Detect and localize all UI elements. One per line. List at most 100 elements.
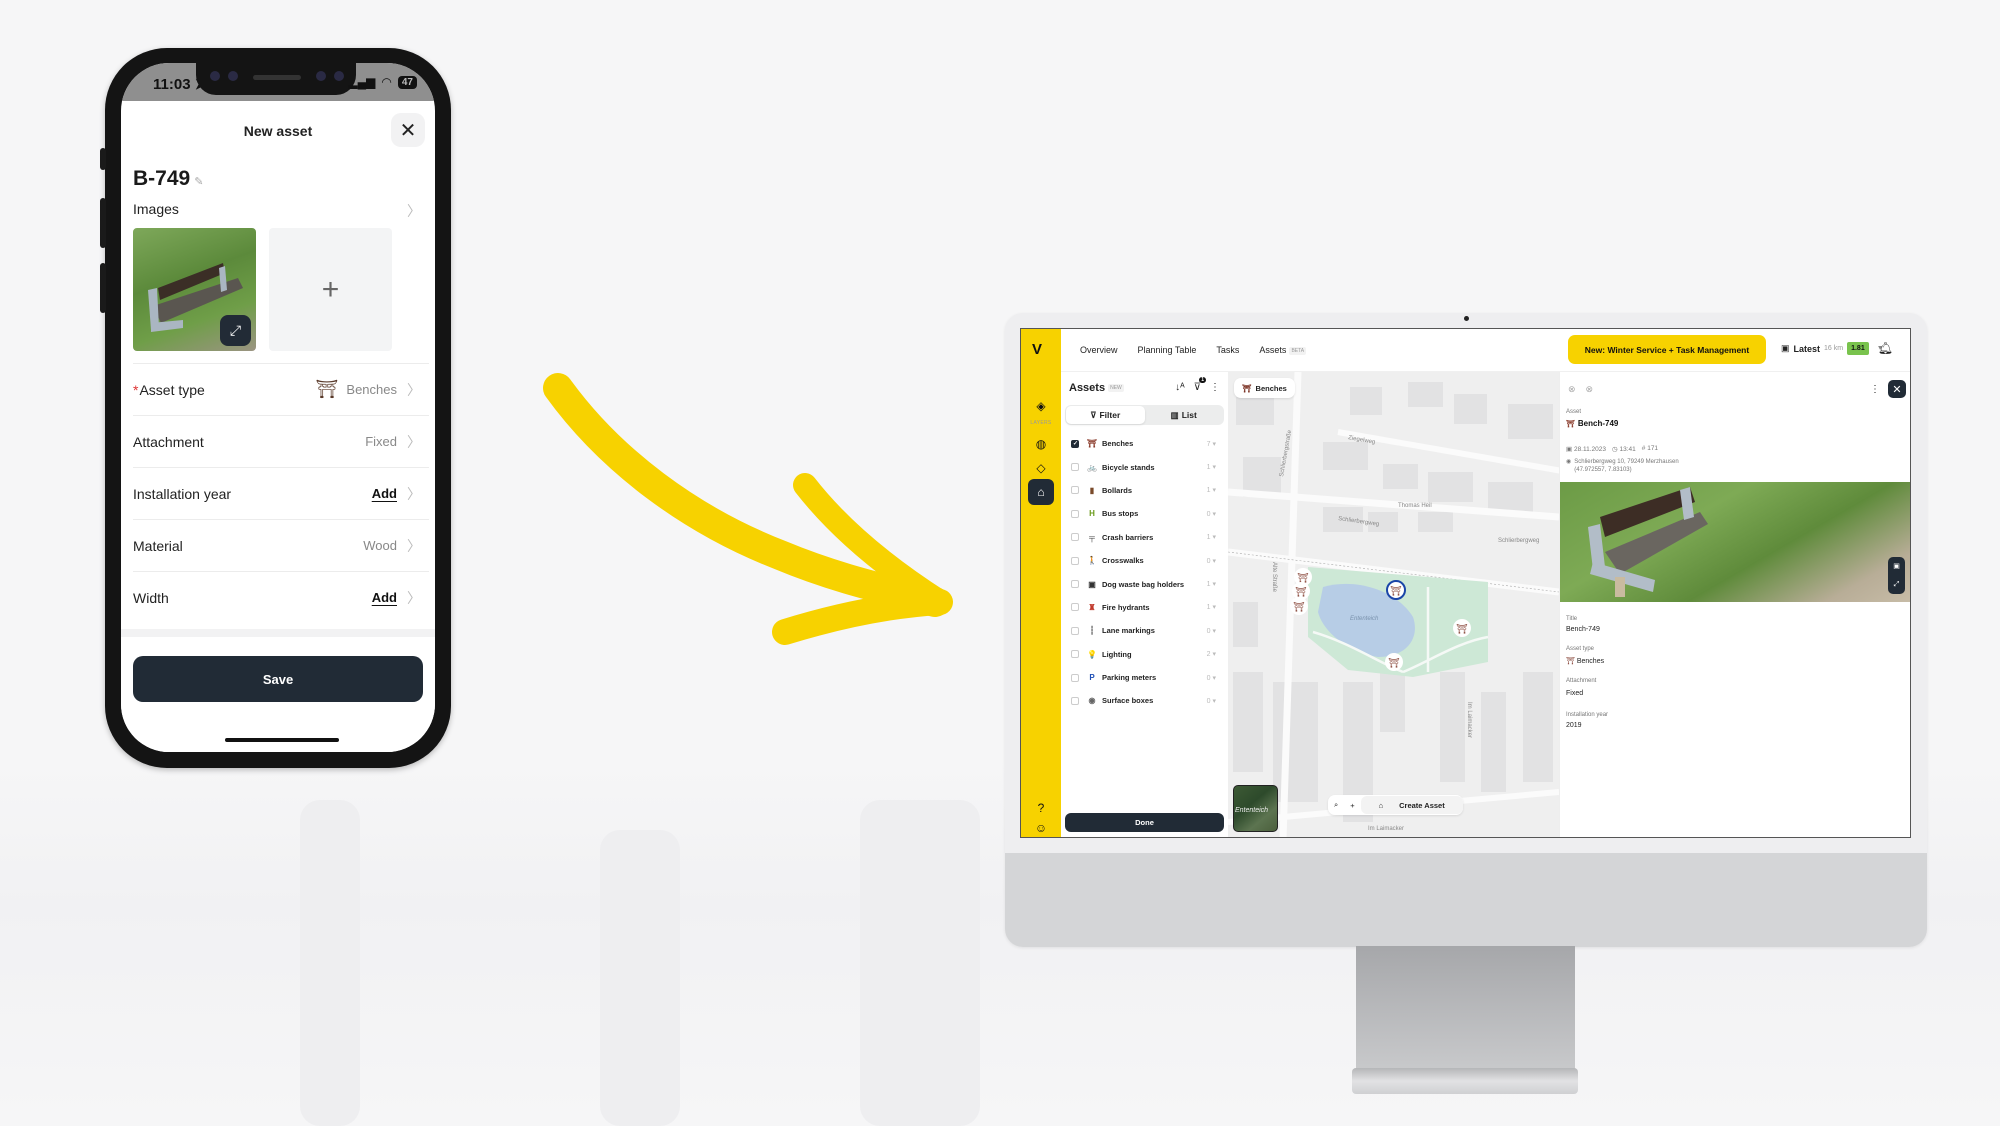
zoom-in-icon[interactable]: +	[1344, 801, 1360, 810]
close-detail-button[interactable]: ✕	[1888, 380, 1906, 398]
assets-icon[interactable]: ⌂	[1028, 479, 1054, 505]
layer-item[interactable]: ♜ Fire hydrants 1 ▾	[1061, 596, 1228, 619]
layer-item[interactable]: ◉ Surface boxes 0 ▾	[1061, 689, 1228, 712]
promo-button[interactable]: New: Winter Service + Task Management	[1568, 335, 1766, 364]
bench-photo-thumbnail[interactable]: ⤢	[133, 228, 256, 351]
field-material[interactable]: Material Wood 〉	[133, 519, 429, 571]
dog-waste-icon: ▣	[1088, 579, 1096, 589]
chevrons-up-icon[interactable]: ⊗	[1586, 384, 1594, 395]
layer-count[interactable]: 0 ▾	[1207, 697, 1216, 705]
field-asset-type[interactable]: *Asset type ⛩ Benches 〉	[133, 363, 429, 415]
field-attachment[interactable]: Attachment Fixed 〉	[133, 415, 429, 467]
image-edit-icon[interactable]: ▣	[1893, 562, 1900, 570]
layer-checkbox[interactable]	[1071, 580, 1079, 589]
layer-checkbox[interactable]	[1071, 556, 1079, 565]
filter-count-badge: 1	[1199, 377, 1206, 383]
more-icon[interactable]: ⋮	[1210, 382, 1220, 393]
pothole-icon[interactable]: ◍	[1030, 433, 1052, 455]
layer-checkbox[interactable]	[1071, 509, 1079, 518]
expand-icon[interactable]: ⤢	[1894, 581, 1900, 589]
layer-count[interactable]: 1 ▾	[1207, 486, 1216, 494]
tab-overview[interactable]: Overview	[1080, 345, 1118, 355]
chevrons-down-icon[interactable]: ⊗	[1568, 384, 1576, 395]
layer-count[interactable]: 1 ▾	[1207, 463, 1216, 471]
layer-count[interactable]: 1 ▾	[1207, 603, 1216, 611]
filter-clear-icon[interactable]: ⊽ 1	[1194, 377, 1206, 393]
layer-item[interactable]: H Bus stops 0 ▾	[1061, 502, 1228, 525]
tab-planning-table[interactable]: Planning Table	[1138, 345, 1197, 355]
images-row[interactable]: Images 〉	[133, 201, 421, 221]
save-button[interactable]: Save	[133, 656, 423, 702]
layer-checkbox[interactable]	[1071, 463, 1079, 472]
satellite-toggle[interactable]: Ententeich	[1233, 785, 1278, 832]
field-installation-year[interactable]: Installation year Add 〉	[133, 467, 429, 519]
layer-item[interactable]: ╤ Crash barriers 1 ▾	[1061, 526, 1228, 549]
layers-icon[interactable]: ◈	[1030, 395, 1052, 417]
speaker	[253, 75, 301, 80]
help-icon[interactable]: ?	[1030, 797, 1052, 819]
asset-photo[interactable]: ▣ ⤢	[1560, 482, 1910, 602]
layer-count[interactable]: 0 ▾	[1207, 510, 1216, 518]
search-icon[interactable]: ⌕	[1328, 800, 1344, 810]
layer-checkbox[interactable]	[1071, 650, 1079, 659]
layer-item[interactable]: ⛩ Benches 7 ▾	[1061, 432, 1228, 455]
close-button[interactable]: ✕	[391, 113, 425, 147]
layer-checkbox[interactable]	[1071, 673, 1079, 682]
title-label: Title	[1566, 616, 1578, 622]
top-navigation: Overview Planning Table Tasks Assets BETA…	[1061, 329, 1910, 372]
layer-item[interactable]: P Parking meters 0 ▾	[1061, 666, 1228, 689]
layer-checkbox[interactable]	[1071, 603, 1079, 612]
field-width[interactable]: Width Add 〉	[133, 571, 429, 623]
bus-stop-icon: H	[1089, 509, 1095, 519]
asset-time: ◷ 13:41	[1612, 446, 1636, 453]
done-button[interactable]: Done	[1065, 813, 1224, 832]
more-icon[interactable]: ⋮	[1870, 384, 1880, 395]
bell-icon[interactable]: 🔔︎	[1878, 341, 1893, 355]
user-icon[interactable]: ☺	[1030, 817, 1052, 837]
chevron-right-icon: 〉	[407, 203, 421, 219]
camera-dot	[210, 71, 220, 81]
layer-name: Bollards	[1102, 485, 1133, 495]
add-link[interactable]: Add	[372, 486, 397, 501]
layer-checkbox[interactable]	[1071, 533, 1079, 542]
layer-item[interactable]: ▣ Dog waste bag holders 1 ▾	[1061, 572, 1228, 595]
road-sign-icon[interactable]: ◇	[1030, 457, 1052, 479]
layer-count[interactable]: 0 ▾	[1207, 627, 1216, 635]
app-logo[interactable]: V	[1032, 341, 1042, 358]
create-asset-button[interactable]: ⌂ Create Asset	[1360, 796, 1463, 814]
field-label: *Asset type	[133, 381, 205, 398]
layer-name: Crash barriers	[1102, 532, 1154, 542]
surface-box-icon: ◉	[1088, 696, 1096, 706]
layer-checkbox[interactable]	[1071, 626, 1079, 635]
camera-dot	[316, 71, 326, 81]
layer-count[interactable]: 0 ▾	[1207, 557, 1216, 565]
layer-item[interactable]: ┆ Lane markings 0 ▾	[1061, 619, 1228, 642]
asset-id[interactable]: B-749 ✎	[133, 167, 203, 191]
layer-checkbox[interactable]	[1071, 486, 1079, 495]
layer-count[interactable]: 2 ▾	[1207, 650, 1216, 658]
layer-checkbox[interactable]	[1071, 439, 1079, 448]
layer-checkbox[interactable]	[1071, 696, 1079, 705]
expand-image-button[interactable]: ⤢	[220, 315, 251, 346]
layer-item[interactable]: ▮ Bollards 1 ▾	[1061, 479, 1228, 502]
field-value: ⛩ Benches 〉	[315, 379, 421, 399]
street-label: Alte Straße	[1271, 562, 1277, 593]
map[interactable]: Ziegelweg Schlierbergweg Schlierbergweg …	[1228, 372, 1559, 837]
layer-item[interactable]: 💡 Lighting 2 ▾	[1061, 643, 1228, 666]
layer-count[interactable]: 7 ▾	[1207, 440, 1216, 448]
add-image-button[interactable]: +	[269, 228, 392, 351]
camera-dot	[334, 71, 344, 81]
sort-icon[interactable]: ↓ᴬ	[1175, 382, 1185, 393]
tab-list[interactable]: ▥ List	[1145, 406, 1224, 424]
layer-count[interactable]: 1 ▾	[1207, 580, 1216, 588]
tab-assets[interactable]: Assets BETA	[1259, 345, 1307, 355]
layer-item[interactable]: 🚲 Bicycle stands 1 ▾	[1061, 455, 1228, 478]
latest-selector[interactable]: ▣ Latest 16 km 1.81 ▼	[1781, 342, 1884, 355]
benches-layer-chip[interactable]: ⛩ Benches	[1234, 378, 1295, 398]
layer-item[interactable]: 🚶 Crosswalks 0 ▾	[1061, 549, 1228, 572]
layer-count[interactable]: 1 ▾	[1207, 533, 1216, 541]
tab-tasks[interactable]: Tasks	[1216, 345, 1239, 355]
layer-count[interactable]: 0 ▾	[1207, 674, 1216, 682]
add-link[interactable]: Add	[372, 590, 397, 605]
tab-filter[interactable]: ⊽ Filter	[1066, 406, 1145, 424]
